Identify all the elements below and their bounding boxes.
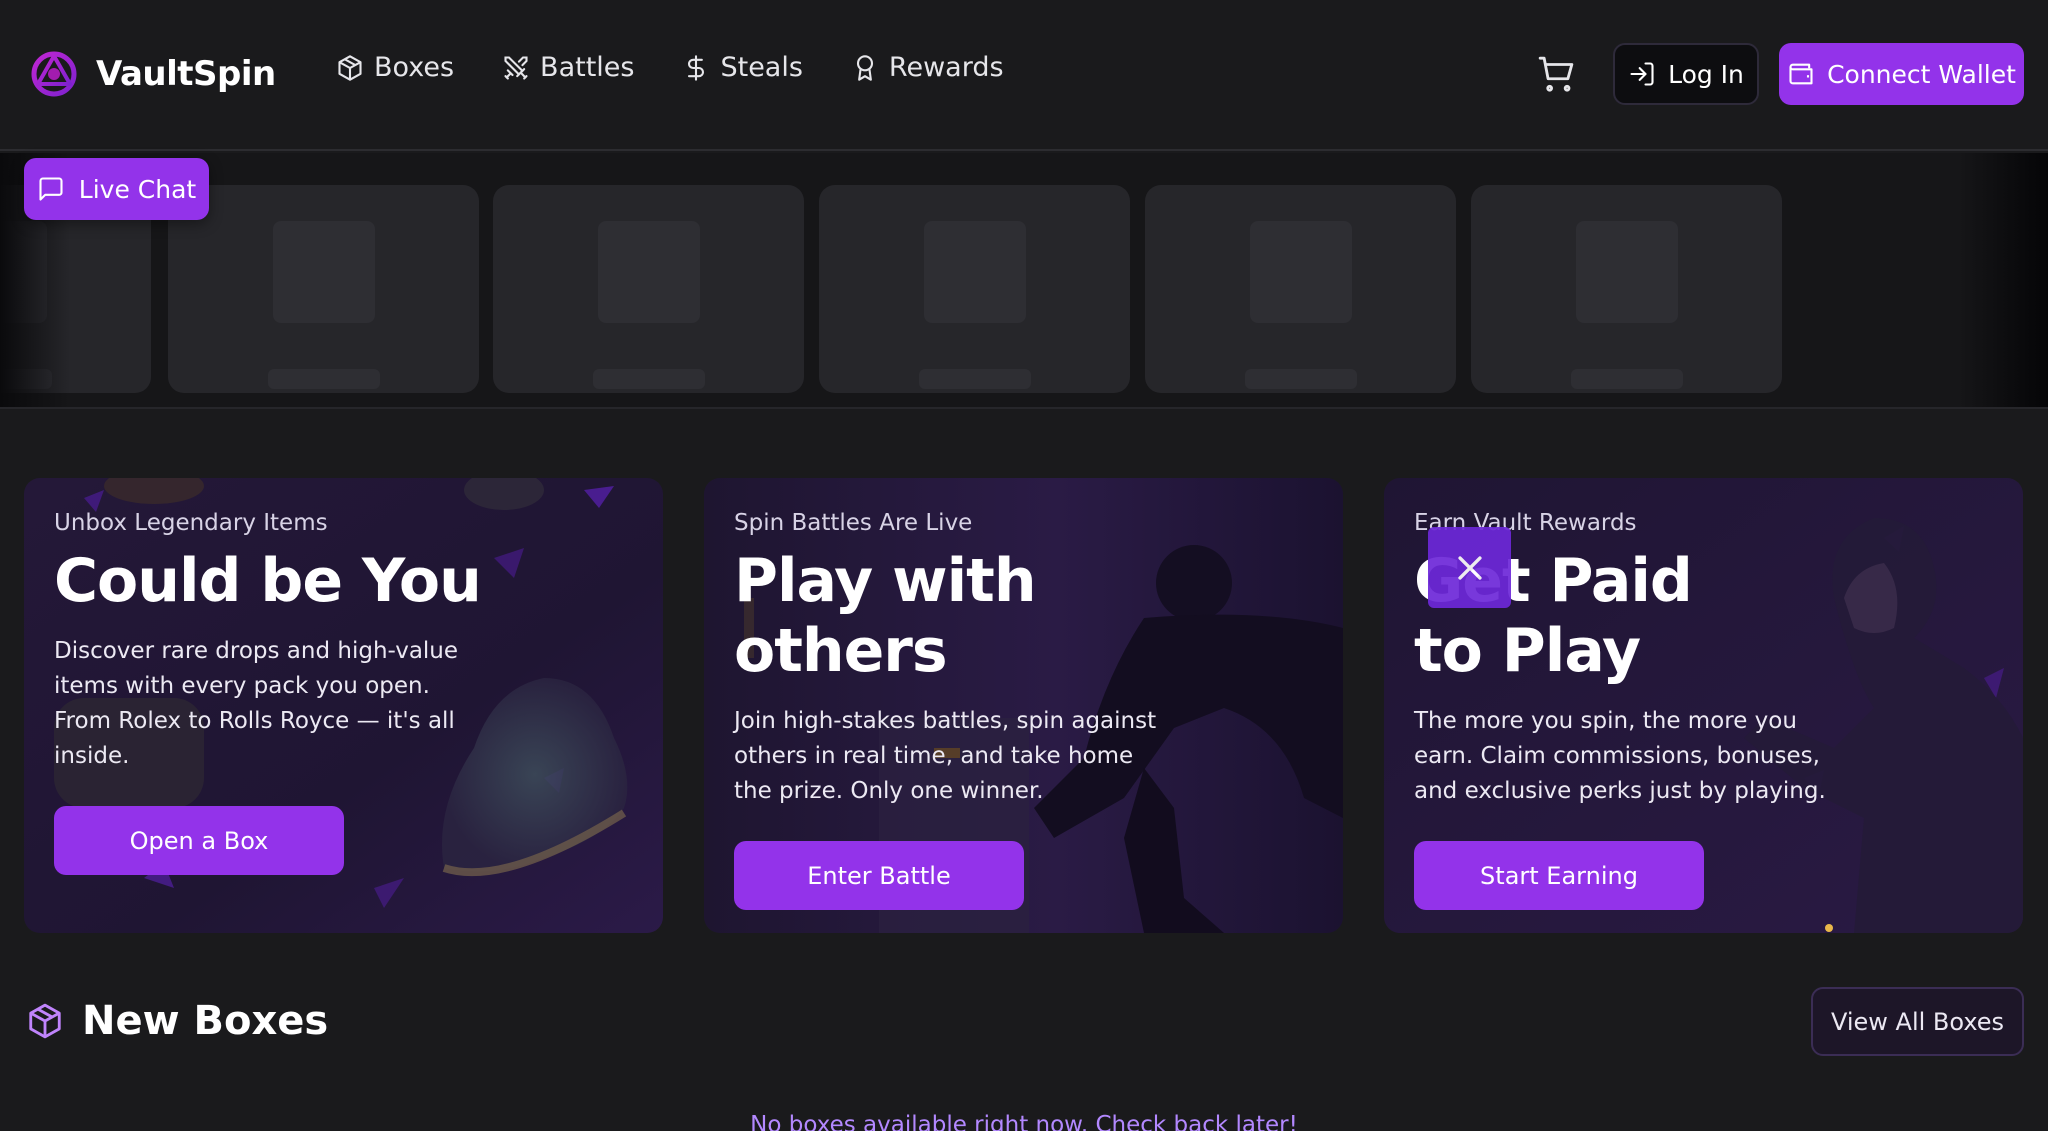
items-carousel: [0, 153, 2048, 409]
nav-item-battles[interactable]: Battles: [502, 52, 634, 83]
brand-logo[interactable]: VaultSpin: [30, 48, 276, 100]
promo-title: Could be You: [54, 546, 482, 616]
vaultspin-logo-icon: [31, 51, 77, 97]
box-icon: [29, 1003, 61, 1039]
empty-state-message: No boxes available right now. Check back…: [750, 1112, 1298, 1131]
skeleton-card: [1471, 185, 1782, 393]
nav-item-label: Boxes: [374, 52, 455, 83]
login-label: Log In: [1668, 59, 1744, 89]
close-icon: [1457, 555, 1482, 580]
skeleton-text: [919, 369, 1031, 389]
promo-content: Spin Battles Are Live Play with others J…: [734, 510, 1294, 910]
view-all-boxes-button[interactable]: View All Boxes: [1811, 987, 2024, 1056]
skeleton-image: [273, 221, 375, 323]
nav-item-label: Battles: [540, 52, 635, 83]
skeleton-image: [1250, 221, 1352, 323]
enter-battle-button[interactable]: Enter Battle: [734, 841, 1024, 910]
login-button[interactable]: Log In: [1613, 43, 1759, 105]
connect-wallet-button[interactable]: Connect Wallet: [1779, 43, 2024, 105]
connect-wallet-label: Connect Wallet: [1827, 59, 2016, 89]
cart-icon[interactable]: [1537, 55, 1575, 93]
skeleton-image: [924, 221, 1026, 323]
open-box-button[interactable]: Open a Box: [54, 806, 344, 875]
skeleton-text: [1245, 369, 1357, 389]
carousel-fade-right: [1958, 153, 2048, 407]
promo-title: Play with others: [734, 546, 1037, 686]
box-icon: [338, 54, 362, 81]
promo-eyebrow: Spin Battles Are Live: [734, 510, 973, 536]
wallet-icon: [1789, 63, 1813, 85]
brand-name: VaultSpin: [96, 54, 276, 94]
skeleton-card: [819, 185, 1130, 393]
live-chat-label: Live Chat: [78, 174, 197, 204]
award-ribbon-icon: [856, 54, 873, 81]
log-in-icon: [1630, 62, 1654, 86]
skeleton-text: [1571, 369, 1683, 389]
skeleton-text: [268, 369, 380, 389]
crossed-swords-icon: [504, 55, 528, 80]
promo-content: Unbox Legendary Items Could be You Disco…: [54, 510, 614, 875]
skeleton-image: [1576, 221, 1678, 323]
new-boxes-header: New Boxes: [26, 998, 328, 1044]
dollar-icon: [688, 54, 705, 81]
main-nav: Boxes Battles Steals Rewards: [336, 52, 1052, 83]
promo-eyebrow: Unbox Legendary Items: [54, 510, 328, 536]
skeleton-card: [168, 185, 479, 393]
live-chat-button[interactable]: Live Chat: [24, 158, 209, 220]
promo-description: Discover rare drops and high-value items…: [54, 638, 459, 769]
skeleton-card: [1145, 185, 1456, 393]
nav-item-label: Steals: [720, 52, 803, 83]
nav-item-label: Rewards: [888, 52, 1004, 83]
nav-item-rewards[interactable]: Rewards: [851, 52, 1004, 83]
promo-card-battles: Spin Battles Are Live Play with others J…: [704, 478, 1343, 933]
promo-description: The more you spin, the more you earn. Cl…: [1414, 708, 1826, 804]
start-earning-button[interactable]: Start Earning: [1414, 841, 1704, 910]
top-navbar: VaultSpin Boxes Battles Steals Rewards L…: [0, 0, 2048, 151]
nav-item-boxes[interactable]: Boxes: [336, 52, 454, 83]
skeleton-image: [598, 221, 700, 323]
close-overlay-button[interactable]: [1428, 527, 1511, 608]
promo-description: Join high-stakes battles, spin against o…: [734, 708, 1157, 804]
nav-item-steals[interactable]: Steals: [682, 52, 803, 83]
message-square-icon: [39, 177, 63, 201]
skeleton-text: [593, 369, 705, 389]
skeleton-card: [493, 185, 804, 393]
promo-card-unbox: Unbox Legendary Items Could be You Disco…: [24, 478, 663, 933]
section-title: New Boxes: [82, 998, 329, 1044]
